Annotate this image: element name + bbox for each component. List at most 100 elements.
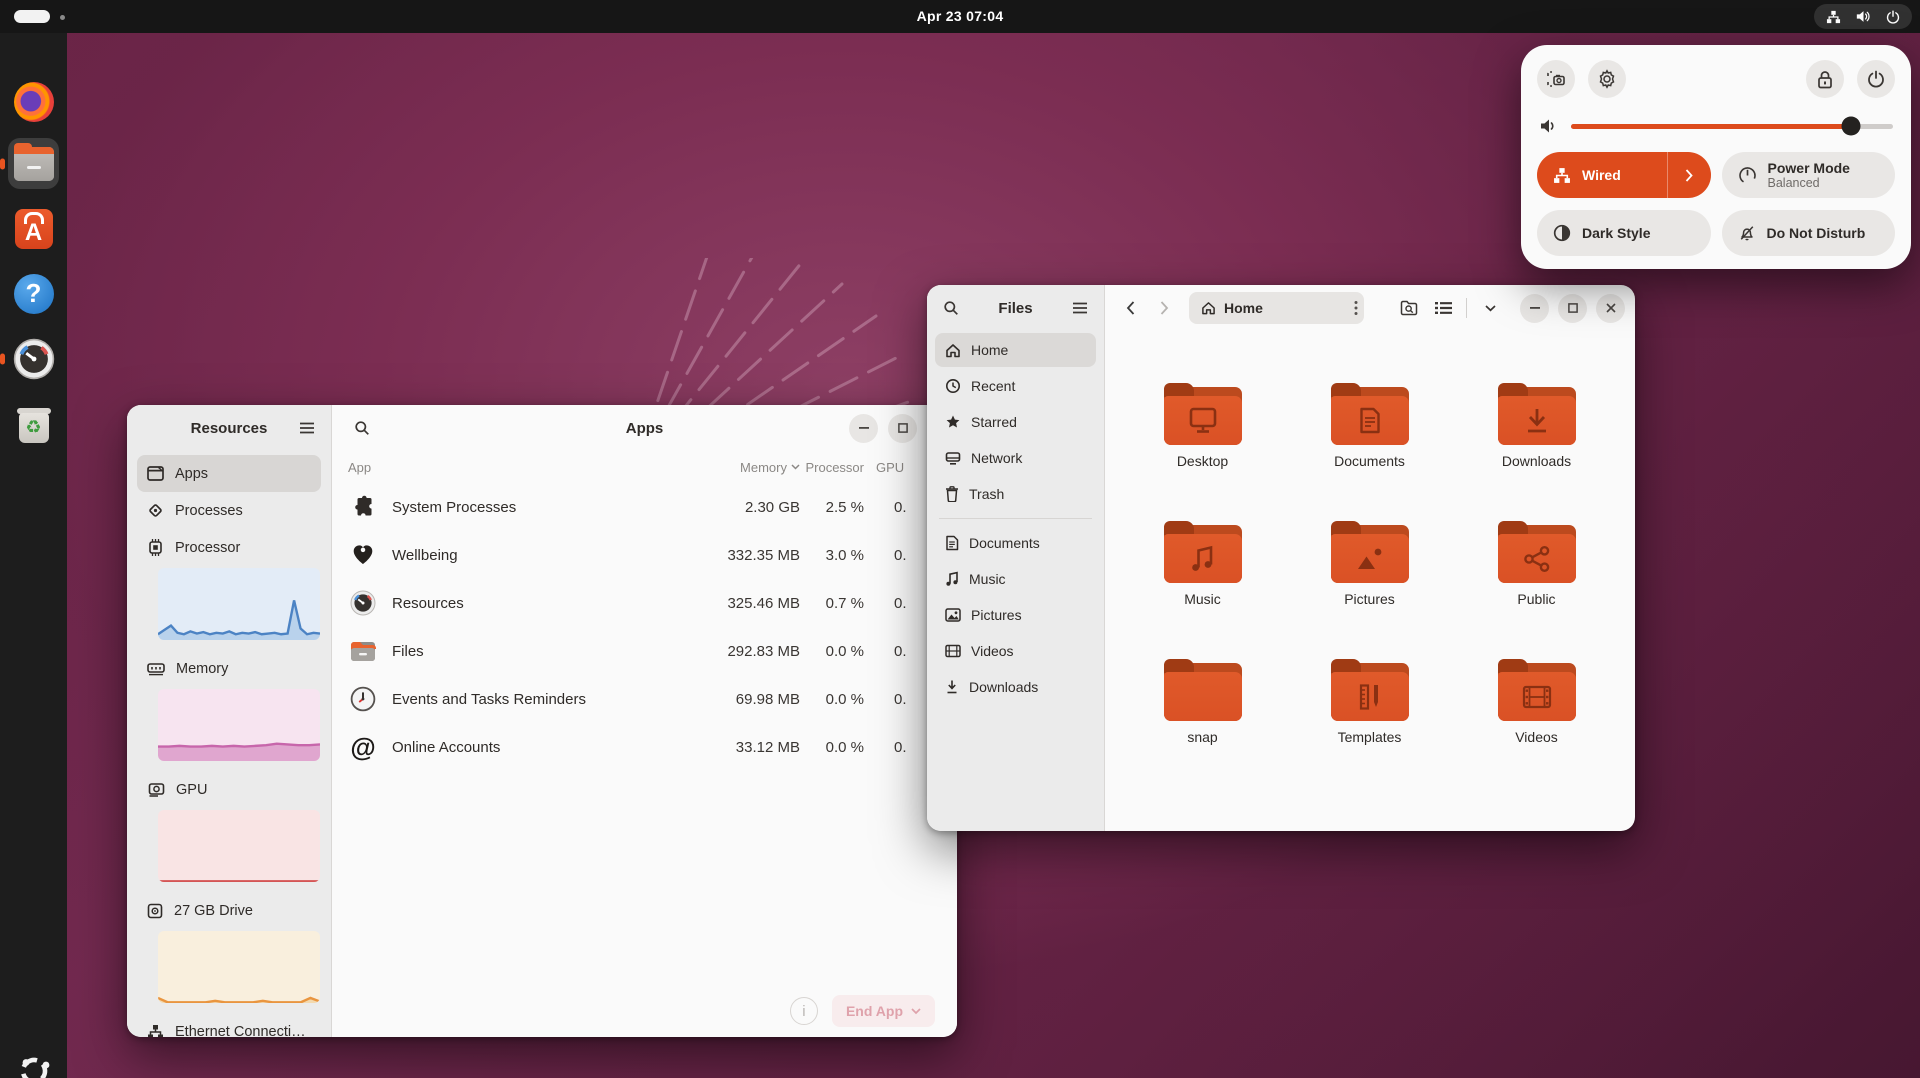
sidebar-item-apps[interactable]: Apps bbox=[137, 455, 321, 492]
volume-speaker-icon bbox=[1539, 117, 1559, 135]
sidebar-item-trash[interactable]: Trash bbox=[935, 477, 1096, 511]
sidebar-item-memory[interactable]: Memory bbox=[137, 650, 321, 687]
sidebar-item-downloads[interactable]: Downloads bbox=[935, 670, 1096, 704]
resources-app-title: Resources bbox=[191, 420, 268, 437]
minimize-button[interactable] bbox=[849, 414, 878, 443]
files-window: Files Home Recent Starred bbox=[927, 285, 1635, 831]
table-row[interactable]: @Online Accounts 33.12 MB 0.0 % 0. bbox=[332, 723, 957, 771]
list-view-button[interactable] bbox=[1427, 292, 1459, 324]
folder-documents[interactable]: Documents bbox=[1289, 383, 1450, 521]
list-view-icon bbox=[1435, 301, 1452, 315]
sidebar-item-processor[interactable]: Processor bbox=[137, 529, 321, 566]
wired-network-tile[interactable]: Wired bbox=[1537, 152, 1711, 198]
search-button[interactable] bbox=[346, 412, 378, 444]
sidebar-item-pictures[interactable]: Pictures bbox=[935, 598, 1096, 632]
forward-button[interactable] bbox=[1149, 293, 1179, 323]
column-processor[interactable]: Processor bbox=[800, 460, 864, 475]
volume-slider-knob[interactable] bbox=[1842, 117, 1861, 136]
table-row[interactable]: Files 292.83 MB 0.0 % 0. bbox=[332, 627, 957, 675]
sidebar-item-home[interactable]: Home bbox=[935, 333, 1096, 367]
system-tray[interactable] bbox=[1814, 4, 1912, 29]
hamburger-menu-button[interactable] bbox=[291, 412, 323, 444]
half-circle-icon bbox=[1553, 224, 1571, 242]
sidebar-item-recent[interactable]: Recent bbox=[935, 369, 1096, 403]
folder-videos[interactable]: Videos bbox=[1456, 659, 1617, 797]
monitor-emblem bbox=[1188, 407, 1218, 434]
resources-footer: i End App bbox=[332, 985, 957, 1037]
folder-templates[interactable]: Templates bbox=[1289, 659, 1450, 797]
sidebar-item-videos[interactable]: Videos bbox=[935, 634, 1096, 668]
dock-item-files[interactable] bbox=[8, 138, 59, 189]
lock-button[interactable] bbox=[1806, 60, 1844, 98]
apps-table: System Processes 2.30 GB 2.5 % 0. Wellbe… bbox=[332, 483, 957, 985]
back-button[interactable] bbox=[1115, 293, 1145, 323]
folder-music[interactable]: Music bbox=[1122, 521, 1283, 659]
power-button[interactable] bbox=[1857, 60, 1895, 98]
screenshot-button[interactable] bbox=[1537, 60, 1575, 98]
folder-downloads[interactable]: Downloads bbox=[1456, 383, 1617, 521]
puzzle-icon bbox=[348, 492, 378, 522]
memory-usage-chart bbox=[158, 689, 320, 761]
wired-expand-button[interactable] bbox=[1667, 152, 1711, 198]
table-row[interactable]: Wellbeing 332.35 MB 3.0 % 0. bbox=[332, 531, 957, 579]
home-icon bbox=[1201, 301, 1216, 315]
dock-item-show-apps[interactable] bbox=[8, 1045, 59, 1078]
heart-icon bbox=[348, 540, 378, 570]
activities-indicator[interactable] bbox=[14, 10, 50, 23]
dock-item-help[interactable]: ? bbox=[8, 268, 59, 319]
sidebar-item-ethernet[interactable]: Ethernet Connecti… bbox=[137, 1013, 321, 1037]
sidebar-item-processes[interactable]: Processes bbox=[137, 492, 321, 529]
sidebar-item-music[interactable]: Music bbox=[935, 562, 1096, 596]
star-icon bbox=[945, 414, 961, 430]
folder-pictures[interactable]: Pictures bbox=[1289, 521, 1450, 659]
chevron-right-icon bbox=[1160, 301, 1169, 315]
sidebar-item-drive[interactable]: 27 GB Drive bbox=[137, 892, 321, 929]
workspace-dot[interactable] bbox=[60, 15, 65, 20]
dock-item-trash[interactable]: ♻ bbox=[8, 398, 59, 449]
power-icon bbox=[1867, 70, 1885, 88]
column-memory[interactable]: Memory bbox=[680, 460, 800, 475]
settings-button[interactable] bbox=[1588, 60, 1626, 98]
minimize-button[interactable] bbox=[1520, 294, 1549, 323]
column-app[interactable]: App bbox=[348, 460, 680, 475]
maximize-button[interactable] bbox=[1558, 294, 1587, 323]
folder-snap[interactable]: snap bbox=[1122, 659, 1283, 797]
screenshot-icon bbox=[1546, 70, 1566, 88]
volume-slider[interactable] bbox=[1571, 124, 1893, 129]
dock: A ? ♻ bbox=[0, 33, 67, 1078]
folder-public[interactable]: Public bbox=[1456, 521, 1617, 659]
search-folder-button[interactable] bbox=[1393, 292, 1425, 324]
sidebar-item-network[interactable]: Network bbox=[935, 441, 1096, 475]
files-places: Home Recent Starred Network Trash bbox=[927, 331, 1104, 708]
toolbar-divider bbox=[1466, 298, 1467, 318]
dark-style-tile[interactable]: Dark Style bbox=[1537, 210, 1711, 256]
dock-item-firefox[interactable] bbox=[8, 76, 59, 127]
maximize-button[interactable] bbox=[888, 414, 917, 443]
clock-icon bbox=[348, 684, 378, 714]
power-mode-tile[interactable]: Power Mode Balanced bbox=[1722, 152, 1896, 198]
chevron-left-icon bbox=[1126, 301, 1135, 315]
dock-item-app-center[interactable]: A bbox=[8, 203, 59, 254]
sidebar-item-documents[interactable]: Documents bbox=[935, 526, 1096, 560]
sidebar-separator bbox=[939, 518, 1092, 519]
end-app-button[interactable]: End App bbox=[832, 995, 935, 1027]
music-emblem bbox=[1190, 545, 1215, 573]
chevron-right-icon bbox=[1685, 169, 1693, 182]
clock[interactable]: Apr 23 07:04 bbox=[917, 0, 1004, 33]
table-row[interactable]: System Processes 2.30 GB 2.5 % 0. bbox=[332, 483, 957, 531]
do-not-disturb-tile[interactable]: Do Not Disturb bbox=[1722, 210, 1896, 256]
kebab-menu-icon[interactable] bbox=[1354, 300, 1358, 316]
table-row[interactable]: Events and Tasks Reminders 69.98 MB 0.0 … bbox=[332, 675, 957, 723]
info-button[interactable]: i bbox=[790, 997, 818, 1025]
close-button[interactable] bbox=[1596, 294, 1625, 323]
view-options-button[interactable] bbox=[1474, 292, 1506, 324]
search-button[interactable] bbox=[935, 292, 967, 324]
sidebar-item-starred[interactable]: Starred bbox=[935, 405, 1096, 439]
folder-desktop[interactable]: Desktop bbox=[1122, 383, 1283, 521]
table-row[interactable]: Resources 325.46 MB 0.7 % 0. bbox=[332, 579, 957, 627]
document-icon bbox=[945, 535, 959, 551]
hamburger-menu-button[interactable] bbox=[1064, 292, 1096, 324]
sidebar-item-gpu[interactable]: GPU bbox=[137, 771, 321, 808]
path-bar[interactable]: Home bbox=[1189, 292, 1364, 324]
dock-item-resources[interactable] bbox=[8, 333, 59, 384]
